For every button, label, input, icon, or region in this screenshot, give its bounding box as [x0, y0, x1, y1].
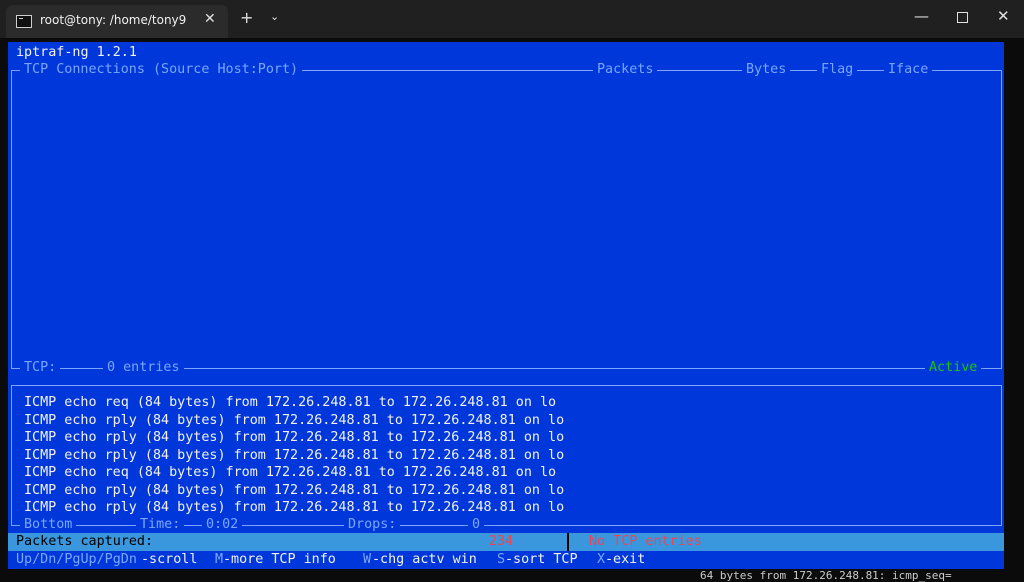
log-line: ICMP echo rply (84 bytes) from 172.26.24…: [24, 500, 565, 515]
header-flag: Flag: [817, 61, 858, 78]
packets-captured-label: Packets captured:: [16, 534, 154, 549]
log-line: ICMP echo rply (84 bytes) from 172.26.24…: [24, 430, 565, 445]
tcp-entries: 0 entries: [103, 359, 184, 376]
header-bytes: Bytes: [742, 61, 791, 78]
status-separator: [567, 533, 569, 551]
minimize-button[interactable]: —: [914, 7, 929, 25]
tcp-label: TCP:: [20, 359, 61, 376]
log-line: ICMP echo rply (84 bytes) from 172.26.24…: [24, 482, 565, 498]
drops-label: Drops:: [344, 516, 401, 533]
help-key-more[interactable]: M: [215, 551, 223, 568]
app-title: iptraf-ng 1.2.1: [16, 45, 137, 60]
header-connections: TCP Connections (Source Host:Port): [20, 61, 303, 78]
time-label: Time:: [136, 516, 185, 533]
help-bar: Up/Dn/PgUp/PgDn -scroll M -more TCP info…: [8, 551, 1004, 569]
help-key-exit[interactable]: X: [597, 551, 605, 568]
tab-close-icon[interactable]: ✕: [204, 11, 216, 27]
header-packets: Packets: [593, 61, 658, 78]
new-tab-button[interactable]: +: [240, 8, 253, 27]
terminal-screen[interactable]: iptraf-ng 1.2.1 TCP Connections (Source …: [8, 42, 1004, 569]
title-bar: root@tony: /home/tony9 ✕ + ⌄ — ✕: [0, 0, 1024, 38]
bottom-indicator: Bottom: [20, 516, 77, 533]
tcp-connections-panel[interactable]: [11, 70, 1002, 369]
terminal-tab[interactable]: root@tony: /home/tony9 ✕: [6, 5, 228, 38]
help-action-scroll: -scroll: [141, 552, 198, 567]
tcp-active-status: Active: [925, 359, 982, 376]
log-line: ICMP echo req (84 bytes) from 172.26.248…: [24, 465, 557, 480]
log-line: ICMP echo rply (84 bytes) from 172.26.24…: [24, 412, 565, 428]
maximize-button[interactable]: [957, 12, 968, 23]
chevron-down-icon[interactable]: ⌄: [270, 10, 279, 23]
log-line: ICMP echo rply (84 bytes) from 172.26.24…: [24, 447, 565, 463]
header-iface: Iface: [884, 61, 933, 78]
help-key-scroll[interactable]: Up/Dn/PgUp/PgDn: [16, 551, 137, 568]
help-action-more: -more TCP info: [223, 552, 336, 567]
packets-captured-value: 234: [489, 534, 514, 549]
help-key-sort[interactable]: S: [497, 551, 505, 568]
help-action-window: -chg actv win: [372, 552, 477, 567]
packets-captured-bar: Packets captured: 234 No TCP entries: [8, 533, 1004, 551]
log-line: ICMP echo req (84 bytes) from 172.26.248…: [24, 395, 557, 410]
terminal-icon: [16, 15, 32, 28]
no-tcp-entries-message: No TCP entries: [589, 534, 702, 549]
background-window-text: 64 bytes from 172.26.248.81: icmp_seq=: [700, 569, 952, 582]
tab-title: root@tony: /home/tony9: [40, 13, 187, 27]
help-key-window[interactable]: W: [363, 551, 371, 568]
help-action-sort: -sort TCP: [505, 552, 578, 567]
time-value: 0:02: [202, 516, 243, 533]
help-action-exit: -exit: [605, 552, 646, 567]
drops-value: 0: [468, 516, 485, 533]
close-button[interactable]: ✕: [997, 7, 1010, 25]
